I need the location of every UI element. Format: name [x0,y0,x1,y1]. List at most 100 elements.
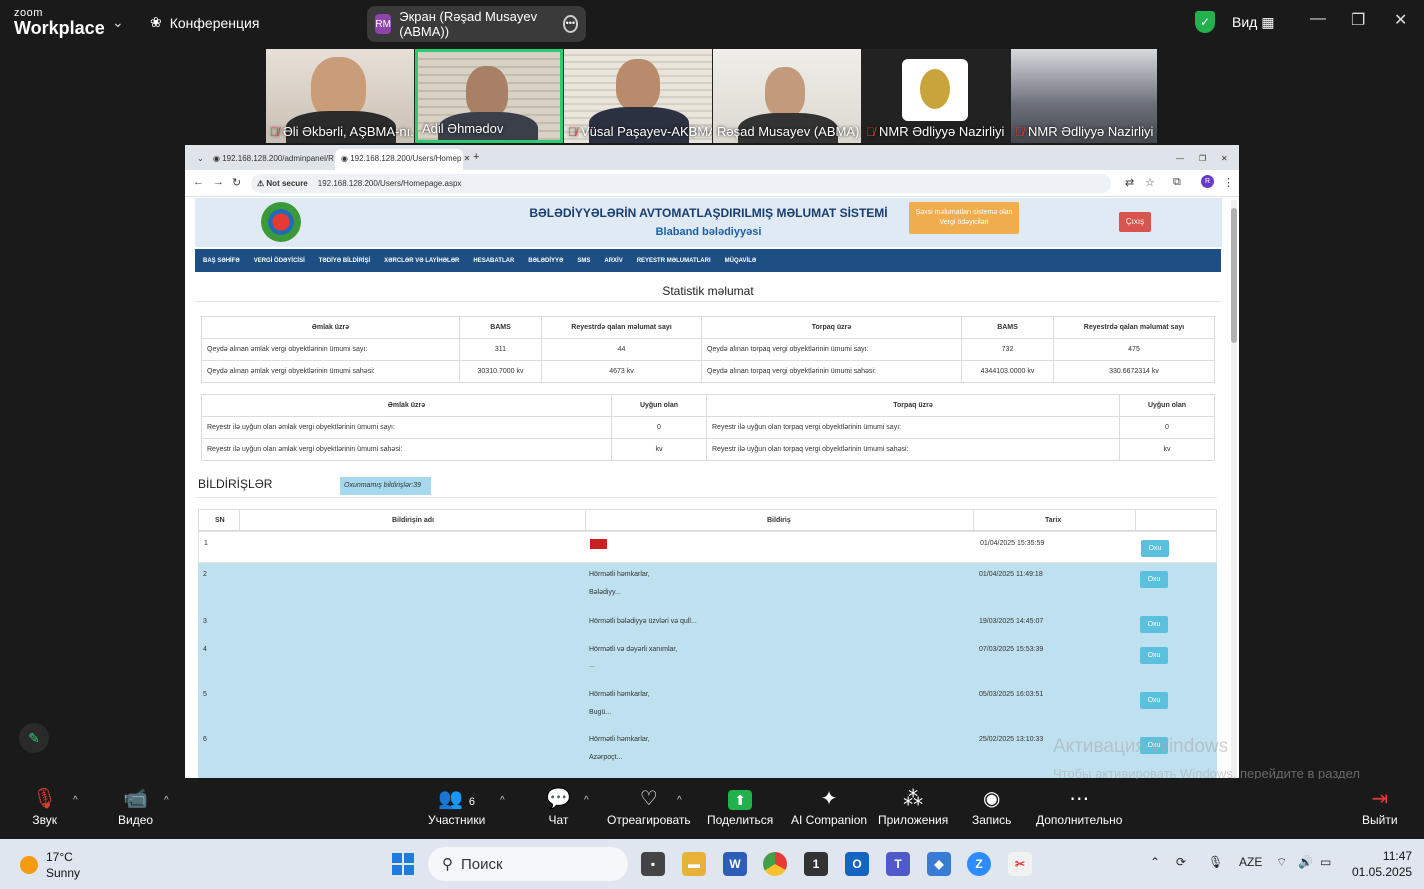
participant-tile[interactable]: 🎙̸Vüsal Paşayev-AKBMA,... [564,49,712,143]
nav-reports[interactable]: HESABATLAR [473,258,514,264]
browser-tab-bar: ⌄ ◉ 192.168.128.200/adminpanel/R ✕ ◉ 192… [185,145,1239,170]
chat-options-caret[interactable]: ^ [584,795,589,806]
teams-icon[interactable]: T [886,852,910,876]
read-button[interactable]: Oxu [1140,616,1168,633]
nav-archive[interactable]: ARXİV [604,258,622,264]
menu-icon[interactable]: ⋮ [1223,176,1234,189]
chat-icon: 💬 [546,788,571,810]
nav-home[interactable]: BAŞ SƏHİFƏ [203,258,240,264]
browser-tab-active[interactable]: ◉ 192.168.128.200/Users/Homep ✕ [335,149,470,170]
leave-button[interactable]: ⇥ Выйти [1362,785,1398,827]
flag-icon [590,539,607,549]
nav-sms[interactable]: SMS [577,258,590,264]
nav-municipality[interactable]: BƏLƏDİYYƏ [528,258,563,264]
page-scrollbar[interactable] [1231,200,1237,778]
apps-button[interactable]: ⁂ Приложения [878,785,948,827]
close-icon[interactable]: ✕ [1394,10,1407,30]
logout-button[interactable]: Çıxış [1119,212,1151,232]
chat-button[interactable]: 💬 Чат [546,785,571,827]
nav-registry[interactable]: REYESTR MƏLUMATLARI [637,258,711,264]
read-button[interactable]: Oxu [1140,692,1168,709]
shield-icon[interactable]: ✓ [1195,11,1215,33]
zoom-app-icon[interactable]: Z [967,852,991,876]
snipping-tool-icon[interactable]: ✂ [1008,852,1032,876]
participant-name: 🎙̸ NMR Ədliyyə Nazirliyi [866,124,1005,139]
record-icon: ◉ [982,788,1001,810]
audio-options-caret[interactable]: ^ [73,795,78,806]
participants-button[interactable]: 👥 6 Участники [428,785,485,827]
weather-widget[interactable]: 17°C Sunny [20,849,80,881]
app-icon[interactable]: ◆ [927,852,951,876]
more-button[interactable]: ⋯ Дополнительно [1036,785,1122,827]
clock-date: 01.05.2025 [1352,865,1413,879]
record-button[interactable]: ◉ Запись [972,785,1011,827]
chevron-up-icon[interactable]: ⌃ [1150,855,1160,869]
extensions-icon[interactable]: ⧉ [1173,176,1181,189]
sync-icon[interactable]: ⟳ [1176,855,1186,869]
file-explorer-icon[interactable]: ▬ [682,852,706,876]
participant-tile[interactable]: 🎙̸ NMR Ədliyyə Nazirliyi [1011,49,1157,143]
read-button[interactable]: Oxu [1140,647,1168,664]
zoom-logo-big: Workplace [14,18,105,38]
windows-start-icon[interactable] [392,853,414,875]
divider [195,301,1221,302]
minimize-icon[interactable]: — [1310,10,1326,28]
react-options-caret[interactable]: ^ [677,795,682,806]
microphone-icon[interactable]: 🎙 [1208,855,1223,869]
nav-expenses[interactable]: XƏRCLƏR VƏ LAYİHƏLƏR [384,258,459,264]
taskbar-search[interactable]: ⚲ Поиск [428,847,628,881]
participant-name: 🎙̸Vüsal Paşayev-AKBMA,... [568,124,712,139]
task-view-icon[interactable]: ▪ [641,852,665,876]
conference-menu[interactable]: ❀ Конференция [150,14,259,31]
audio-button[interactable]: 🎙 Звук [32,785,57,827]
volume-icon[interactable]: 🔊 [1298,855,1313,869]
chrome-icon[interactable] [763,852,787,876]
chevron-down-icon[interactable]: ⌄ [112,14,124,31]
more-icon[interactable]: ••• [562,15,578,33]
url-text: 192.168.128.200/Users/Homepage.aspx [317,179,462,188]
system-clock[interactable]: 11:47 01.05.2025 [1352,848,1412,880]
participant-tile[interactable]: 🎙̸ Əli Əkbərli, AŞBMA-nı... [266,49,414,143]
close-icon[interactable]: ✕ [1215,149,1234,170]
reload-icon[interactable]: ↻ [232,176,241,189]
restore-icon[interactable]: ❐ [1351,10,1365,30]
read-button[interactable]: Oxu [1140,571,1168,588]
search-icon: ⚲ [442,856,453,873]
forward-icon[interactable]: → [213,176,224,188]
outlook-icon[interactable]: O [845,852,869,876]
video-button[interactable]: 📹 Видео [118,785,153,827]
app-1-icon[interactable]: 1 [804,852,828,876]
sun-icon [20,856,38,874]
participant-tile[interactable]: 🎙̸ NMR Ədliyyə Nazirliyi [862,49,1010,143]
share-button[interactable]: ⬆ Поделиться [707,785,773,827]
restore-icon[interactable]: ❐ [1193,149,1212,170]
ai-companion-button[interactable]: ✦ AI Companion [791,785,867,827]
battery-icon[interactable]: ▭ [1320,855,1331,869]
annotate-pen-icon[interactable]: ✎ [19,723,49,753]
new-tab-button[interactable]: + [467,149,485,170]
language-indicator[interactable]: AZE [1239,855,1262,869]
nav-contract[interactable]: MÜQAVİLƏ [725,258,757,264]
participants-options-caret[interactable]: ^ [500,795,505,806]
address-bar[interactable]: ⚠ Not secure 192.168.128.200/Users/Homep… [251,174,1111,193]
react-button[interactable]: ♡ Отреагировать [607,785,691,827]
table-row: Qeydə alınan əmlak vergi obyektlərinin ü… [201,360,1215,383]
translate-icon[interactable]: ⇄ [1125,176,1134,189]
participant-tile-active[interactable]: Adil Əhmədov [415,49,563,143]
nav-payment-notice[interactable]: TƏDİYƏ BİLDİRİŞİ [319,258,370,264]
participant-tile[interactable]: Rəşad Musayev (ABMA) [713,49,861,143]
video-options-caret[interactable]: ^ [164,795,169,806]
wifi-icon[interactable]: ⌔ [1276,855,1287,870]
view-button[interactable]: Вид ▦ [1232,14,1274,31]
taxpayers-button[interactable]: Şəxsi məlumatları sistemə olan Vergi ödə… [909,202,1019,234]
minimize-icon[interactable]: — [1170,149,1190,170]
star-icon[interactable]: ☆ [1145,176,1155,189]
browser-tab[interactable]: ◉ 192.168.128.200/adminpanel/R ✕ [207,149,343,170]
table-row: 5 Hörmətli həmkarlar, Bugü... 05/03/2025… [198,685,1217,730]
profile-avatar[interactable]: R [1201,175,1214,188]
back-icon[interactable]: ← [193,176,204,188]
screen-share-indicator[interactable]: RM Экран (Rəşad Musayev (ABMA)) ••• [367,6,586,42]
word-icon[interactable]: W [723,852,747,876]
nav-taxpayer[interactable]: VERGİ ÖDƏYİCİSİ [254,258,305,264]
read-button[interactable]: Oxu [1141,540,1169,557]
